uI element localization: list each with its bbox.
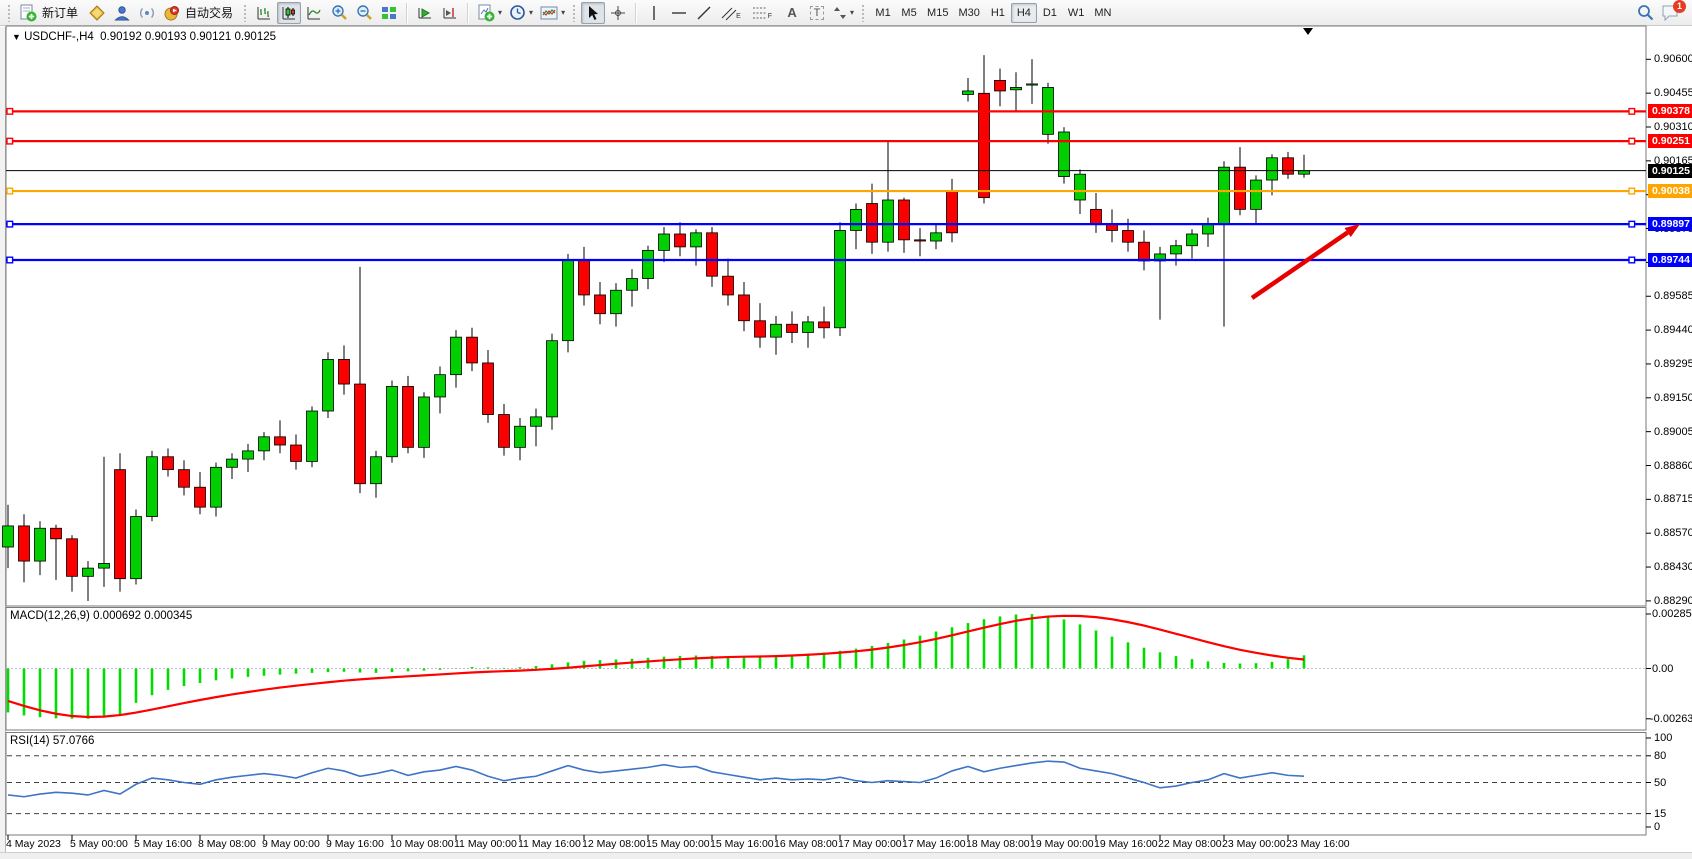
time-axis-label: 5 May 16:00 (134, 838, 192, 850)
macd-tick: 0.002855 (1652, 608, 1692, 620)
price-tick: 0.90455 (1654, 87, 1692, 99)
price-tick: 0.88290 (1654, 595, 1692, 607)
hline-price-tag: 0.90378 (1648, 104, 1692, 118)
price-tick: 0.89585 (1654, 290, 1692, 302)
macd-label: MACD(12,26,9) 0.000692 0.000345 (10, 610, 192, 622)
time-axis-label: 4 May 2023 (6, 838, 61, 850)
time-axis-label: 12 May 08:00 (582, 838, 646, 850)
price-tick: 0.88430 (1654, 561, 1692, 573)
macd-tick: -0.002634 (1650, 713, 1692, 725)
rsi-label: RSI(14) 57.0766 (10, 735, 94, 747)
time-axis-label: 15 May 16:00 (710, 838, 774, 850)
time-axis-label: 5 May 00:00 (70, 838, 128, 850)
rsi-name: RSI(14) (10, 735, 50, 747)
time-axis-label: 23 May 00:00 (1222, 838, 1286, 850)
price-tick: 0.89150 (1654, 392, 1692, 404)
time-axis-label: 9 May 00:00 (262, 838, 320, 850)
time-axis-label: 17 May 00:00 (838, 838, 902, 850)
rsi-tick: 15 (1654, 808, 1666, 820)
macd-values: 0.000692 0.000345 (93, 610, 192, 622)
time-axis-label: 19 May 16:00 (1094, 838, 1158, 850)
rsi-tick: 100 (1654, 732, 1672, 744)
price-tick: 0.88715 (1654, 493, 1692, 505)
price-tick: 0.88860 (1654, 460, 1692, 472)
time-axis-label: 19 May 00:00 (1030, 838, 1094, 850)
time-axis-label: 18 May 08:00 (966, 838, 1030, 850)
chart-canvas[interactable] (0, 0, 1692, 859)
price-tick: 0.90310 (1654, 121, 1692, 133)
rsi-tick: 80 (1654, 750, 1666, 762)
hline-price-tag: 0.89897 (1648, 217, 1692, 231)
symbol-dropdown-icon[interactable]: ▼ (12, 32, 21, 42)
hline-price-tag: 0.90251 (1648, 134, 1692, 148)
macd-tick: 0.00 (1652, 663, 1673, 675)
time-axis-label: 9 May 16:00 (326, 838, 384, 850)
rsi-tick: 50 (1654, 777, 1666, 789)
current-price-tag: 0.90125 (1648, 164, 1692, 178)
price-tick: 0.89440 (1654, 324, 1692, 336)
rsi-value: 57.0766 (53, 735, 95, 747)
time-axis-label: 11 May 16:00 (518, 838, 581, 850)
time-axis-label: 23 May 16:00 (1286, 838, 1350, 850)
time-axis-label: 22 May 08:00 (1158, 838, 1222, 850)
time-axis-label: 8 May 08:00 (198, 838, 256, 850)
price-tick: 0.88570 (1654, 527, 1692, 539)
mt4-window: 新订单 自动交 (0, 0, 1692, 859)
hline-price-tag: 0.89744 (1648, 253, 1692, 267)
macd-name: MACD(12,26,9) (10, 610, 90, 622)
symbol-title: USDCHF-,H4 (24, 31, 94, 43)
time-axis-label: 15 May 00:00 (646, 838, 710, 850)
time-axis-label: 11 May 00:00 (454, 838, 517, 850)
chart-title: ▼ USDCHF-,H4 0.90192 0.90193 0.90121 0.9… (12, 31, 276, 43)
rsi-tick: 0 (1654, 821, 1660, 833)
hline-price-tag: 0.90038 (1648, 184, 1692, 198)
chart-window: ▼ USDCHF-,H4 0.90192 0.90193 0.90121 0.9… (0, 27, 1692, 859)
time-axis-label: 10 May 08:00 (390, 838, 454, 850)
time-axis-label: 16 May 08:00 (774, 838, 838, 850)
price-tick: 0.89005 (1654, 426, 1692, 438)
ohlc-readout: 0.90192 0.90193 0.90121 0.90125 (100, 31, 276, 43)
time-axis-label: 17 May 16:00 (902, 838, 966, 850)
price-tick: 0.89295 (1654, 358, 1692, 370)
price-tick: 0.90600 (1654, 53, 1692, 65)
